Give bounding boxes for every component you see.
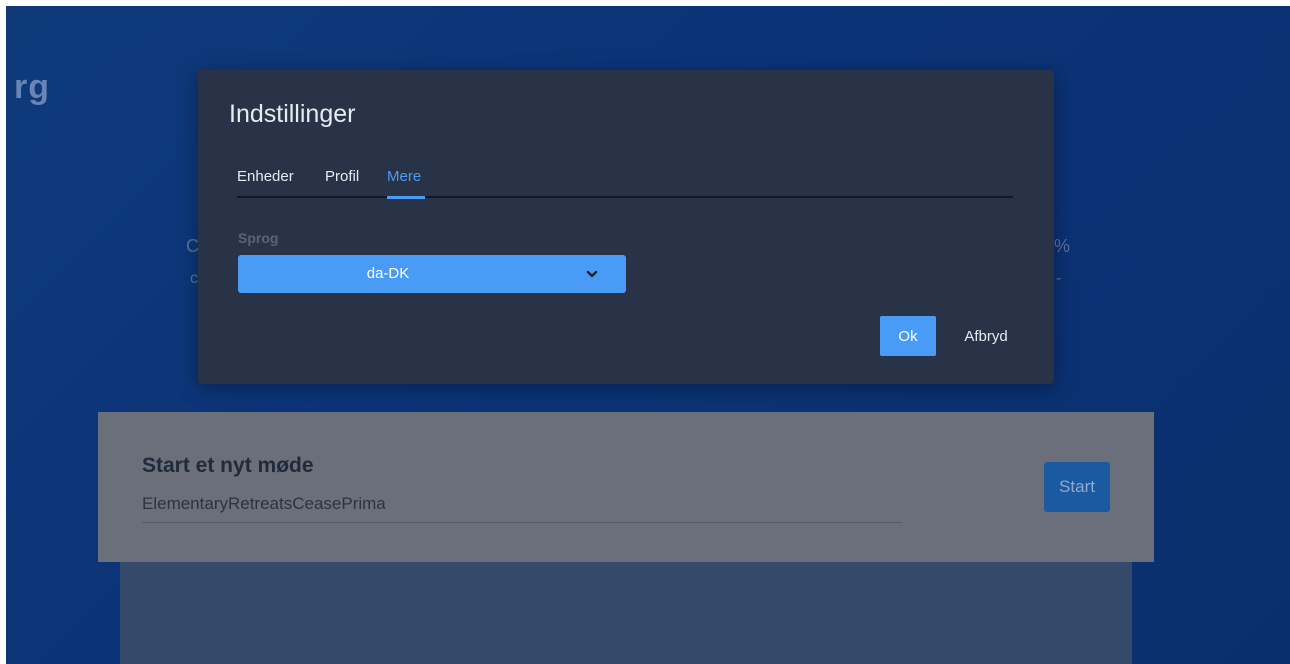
cancel-button[interactable]: Afbryd [946, 316, 1026, 356]
start-meeting-button[interactable]: Start [1044, 462, 1110, 512]
left-edge [0, 0, 6, 664]
background-text-fragment: - [1056, 270, 1062, 287]
room-name-underline [142, 522, 902, 523]
top-strip [0, 0, 1290, 6]
language-label: Sprog [238, 230, 279, 246]
background-brand-text: rg [14, 68, 50, 106]
tab-profile[interactable]: Profil [325, 168, 359, 193]
room-name-input[interactable]: ElementaryRetreatsCeasePrima [142, 494, 386, 514]
tab-devices[interactable]: Enheder [237, 168, 294, 193]
language-select[interactable]: da-DK [238, 255, 626, 293]
language-select-value: da-DK [366, 265, 410, 282]
background-text-fragment: % [1054, 236, 1071, 256]
chevron-down-icon [586, 270, 598, 278]
active-tab-indicator [387, 196, 425, 199]
background-text-fragment: c [190, 270, 198, 287]
dialog-title: Indstillinger [229, 100, 356, 128]
new-meeting-title: Start et nyt møde [142, 454, 314, 477]
new-meeting-card: Start et nyt møde ElementaryRetreatsCeas… [98, 412, 1154, 562]
tab-more[interactable]: Mere [387, 168, 421, 193]
ok-button[interactable]: Ok [880, 316, 936, 356]
lower-content-panel [120, 560, 1132, 664]
settings-dialog: Indstillinger Enheder Profil Mere Sprog … [198, 70, 1054, 384]
settings-tabs: Enheder Profil Mere [237, 168, 1013, 199]
